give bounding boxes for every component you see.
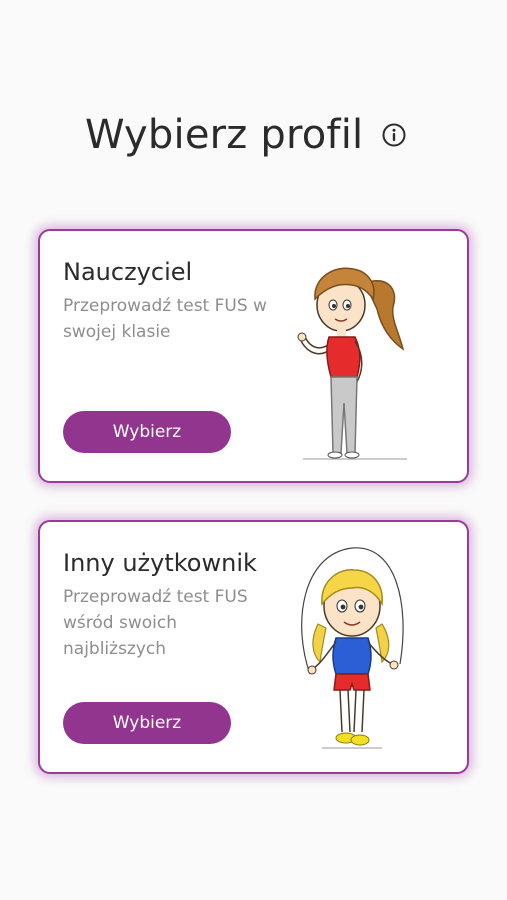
profile-card-title: Nauczyciel — [63, 258, 193, 286]
profile-card-teacher[interactable]: Nauczyciel Przeprowadź test FUS w swojej… — [38, 229, 469, 483]
profile-card-description: Przeprowadź test FUS w swojej klasie — [63, 296, 267, 342]
profile-card-description: Przeprowadź test FUS wśród swoich najbli… — [63, 587, 248, 659]
select-teacher-button[interactable]: Wybierz — [63, 411, 231, 453]
select-other-user-button[interactable]: Wybierz — [63, 702, 231, 744]
info-icon[interactable] — [381, 122, 407, 148]
page-title: Wybierz profil — [85, 112, 364, 158]
profile-card-other-user[interactable]: Inny użytkownik Przeprowadź test FUS wśr… — [38, 520, 469, 774]
page-header: Wybierz profil — [85, 112, 407, 158]
profile-card-title: Inny użytkownik — [63, 549, 257, 577]
teacher-girl-illustration — [295, 253, 415, 465]
jump-rope-girl-illustration — [292, 544, 412, 756]
